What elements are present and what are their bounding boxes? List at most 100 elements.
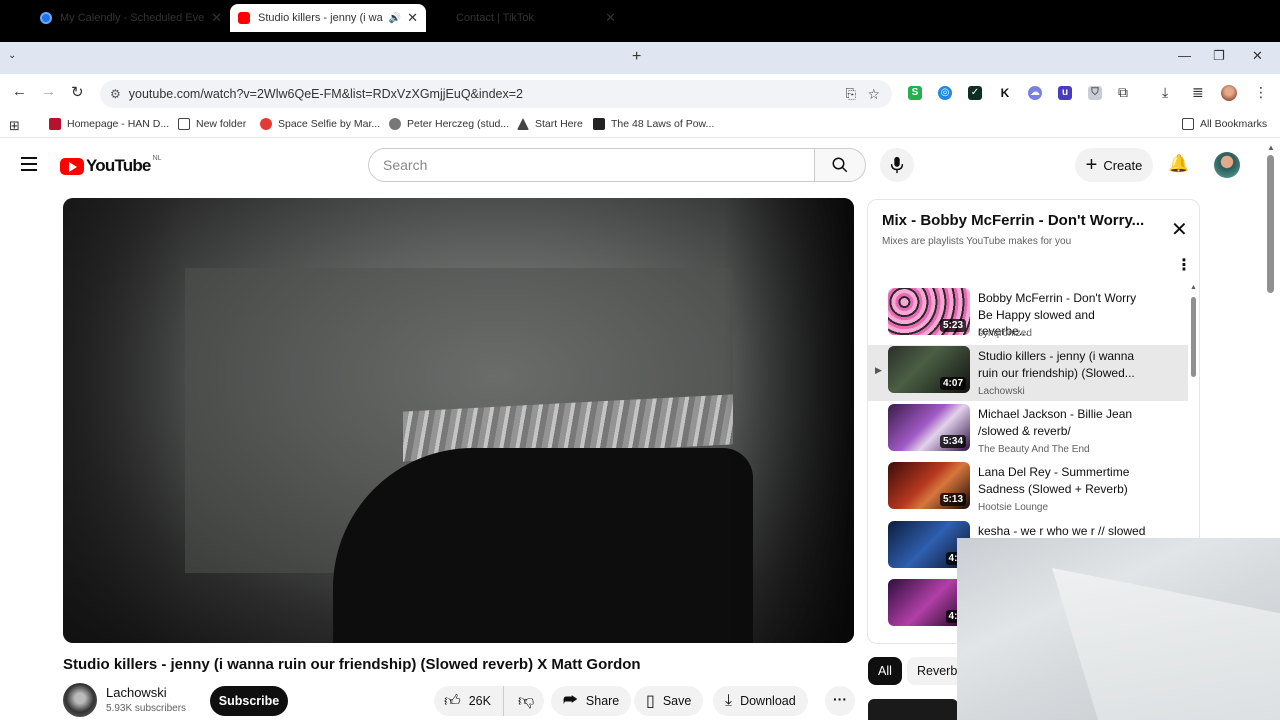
- close-tab-icon[interactable]: ✕: [211, 10, 222, 26]
- notifications-bell-icon[interactable]: 🔔: [1168, 154, 1189, 174]
- bookmark-item[interactable]: Peter Herczeg (stud...: [389, 118, 509, 130]
- country-code: NL: [152, 154, 162, 162]
- restore-icon[interactable]: ❐: [1213, 48, 1225, 64]
- apps-grid-icon[interactable]: ⊞: [9, 118, 20, 134]
- bookmark-item[interactable]: Space Selfie by Mar...: [260, 118, 380, 130]
- page-scrollbar-thumb[interactable]: [1267, 155, 1274, 293]
- duration-badge: 5:13: [939, 493, 966, 506]
- create-label: Create: [1103, 157, 1143, 173]
- dislike-button[interactable]: 👎︎: [504, 686, 548, 716]
- install-app-icon[interactable]: ⎘: [846, 86, 856, 102]
- menu-hamburger-icon[interactable]: [21, 157, 37, 171]
- video-thumbnail: 4:07: [888, 346, 970, 393]
- forward-icon[interactable]: →: [41, 83, 56, 100]
- back-icon[interactable]: ←: [12, 83, 27, 100]
- bookmark-star-icon[interactable]: ☆: [867, 86, 880, 103]
- like-button[interactable]: 👍︎ 26K: [434, 686, 504, 716]
- now-playing-icon: ▶: [875, 365, 882, 375]
- video-title: Studio killers - jenny (i wanna ruin our…: [63, 656, 641, 673]
- globe-icon: [389, 118, 401, 130]
- playlist-scrollbar[interactable]: ▲: [1190, 284, 1197, 377]
- page-scrollbar[interactable]: ▲: [1266, 143, 1276, 720]
- youtube-logo[interactable]: YouTube NL: [60, 154, 162, 176]
- media-control-icon[interactable]: ≣: [1192, 84, 1204, 101]
- new-tab-icon[interactable]: +: [632, 48, 641, 66]
- extensions-puzzle-icon[interactable]: ⧉: [1118, 84, 1128, 101]
- youtube-favicon-icon: [238, 12, 250, 24]
- recommended-thumbnail[interactable]: [868, 699, 958, 720]
- extension-green-icon[interactable]: S: [908, 86, 922, 100]
- all-bookmarks-folder[interactable]: All Bookmarks: [1182, 118, 1267, 130]
- channel-avatar[interactable]: [63, 683, 97, 717]
- close-tab-icon[interactable]: ✕: [407, 10, 418, 26]
- playlist-item-title: Studio killers - jenny (i wanna ruin our…: [978, 349, 1135, 380]
- tab-tiktok[interactable]: Contact | TikTok ✕: [428, 4, 624, 32]
- download-icon: ⤓: [725, 692, 733, 709]
- tab-calendly[interactable]: My Calendly - Scheduled Events ✕: [32, 4, 230, 32]
- like-count: 26K: [468, 694, 491, 708]
- webcam-overlay: [957, 538, 1280, 720]
- extension-check-icon[interactable]: ✓: [968, 86, 982, 100]
- playlist-menu-icon[interactable]: ⋮: [1176, 255, 1192, 275]
- audio-playing-icon[interactable]: 🔊: [389, 13, 401, 24]
- scroll-up-icon[interactable]: ▲: [1267, 143, 1275, 152]
- account-avatar[interactable]: [1214, 152, 1240, 178]
- video-thumbnail: 5:23: [888, 288, 970, 335]
- subscriber-count: 5.93K subscribers: [106, 703, 187, 714]
- video-frame-shade-left: [63, 198, 183, 643]
- close-tab-icon[interactable]: ✕: [605, 10, 616, 26]
- close-window-icon[interactable]: ✕: [1252, 48, 1263, 64]
- voice-search-button[interactable]: [880, 148, 914, 182]
- chip-all[interactable]: All: [868, 657, 902, 685]
- bookmark-label: The 48 Laws of Pow...: [611, 118, 715, 130]
- scrollbar-thumb[interactable]: [1191, 297, 1196, 377]
- channel-name[interactable]: Lachowski: [106, 685, 167, 700]
- extension-k-icon[interactable]: K: [998, 86, 1012, 100]
- search-button[interactable]: [814, 148, 866, 182]
- more-actions-icon[interactable]: ···: [825, 686, 855, 716]
- download-button[interactable]: ⤓ Download: [713, 686, 808, 716]
- playlist-title[interactable]: Mix - Bobby McFerrin - Don't Worry...: [882, 212, 1144, 229]
- webcam-wall-corner: [1052, 568, 1280, 720]
- tab-search-icon[interactable]: ⌄: [8, 50, 16, 61]
- tab-title: Contact | TikTok: [456, 12, 535, 24]
- minimize-icon[interactable]: —: [1178, 48, 1191, 63]
- close-playlist-icon[interactable]: ✕: [1171, 217, 1188, 242]
- playlist-item[interactable]: 5:34 Michael Jackson - Billie Jean /slow…: [868, 403, 1188, 459]
- playlist-item[interactable]: 5:13 Lana Del Rey - Summertime Sadness (…: [868, 461, 1188, 517]
- extension-shield-icon[interactable]: ⛉: [1088, 86, 1102, 100]
- share-button[interactable]: ⮫ Share: [551, 686, 632, 716]
- calendly-favicon-icon: [40, 12, 52, 24]
- create-button[interactable]: + Create: [1075, 148, 1153, 182]
- bookmark-item[interactable]: Start Here: [517, 118, 583, 130]
- bookmark-item[interactable]: The 48 Laws of Pow...: [593, 118, 714, 130]
- amazon-favicon-icon: [593, 118, 605, 130]
- downloads-icon[interactable]: ⤓: [1162, 84, 1168, 101]
- bookmark-label: Peter Herczeg (stud...: [407, 118, 510, 130]
- site-info-icon[interactable]: ⚙: [110, 87, 121, 101]
- tab-youtube-active[interactable]: Studio killers - jenny (i wanna ruin our…: [230, 4, 426, 32]
- thumbs-up-icon: 👍︎: [444, 692, 461, 710]
- extension-u-icon[interactable]: u: [1058, 86, 1072, 100]
- scroll-up-icon[interactable]: ▲: [1190, 284, 1197, 291]
- extension-blue-icon[interactable]: ◎: [938, 86, 952, 100]
- playlist-item-current[interactable]: ▶ 4:07 Studio killers - jenny (i wanna r…: [868, 345, 1188, 401]
- triangle-favicon-icon: [517, 118, 529, 130]
- extension-cloud-icon[interactable]: ☁: [1028, 86, 1042, 100]
- browser-profile-avatar[interactable]: [1221, 85, 1237, 101]
- bookmark-item[interactable]: Homepage - HAN D...: [49, 118, 169, 130]
- save-button[interactable]: ▯ Save: [634, 686, 704, 716]
- playlist-item[interactable]: 5:23 Bobby McFerrin - Don't Worry Be Hap…: [868, 287, 1188, 343]
- share-arrow-icon: ⮫: [563, 692, 578, 709]
- playlist-subtitle: Mixes are playlists YouTube makes for yo…: [882, 236, 1072, 247]
- address-bar[interactable]: ⚙ youtube.com/watch?v=2Wlw6QeE-FM&list=R…: [100, 80, 892, 108]
- tab-title: My Calendly - Scheduled Events: [60, 12, 206, 24]
- bookmark-folder[interactable]: New folder: [178, 118, 246, 130]
- bookmark-icon: ▯: [646, 693, 655, 710]
- video-player[interactable]: [63, 198, 854, 643]
- subscribe-button[interactable]: Subscribe: [210, 686, 288, 716]
- reload-icon[interactable]: ↻: [71, 83, 84, 101]
- video-thumbnail: 5:34: [888, 404, 970, 451]
- search-input[interactable]: Search: [368, 148, 814, 182]
- browser-menu-icon[interactable]: ⋮: [1254, 84, 1268, 101]
